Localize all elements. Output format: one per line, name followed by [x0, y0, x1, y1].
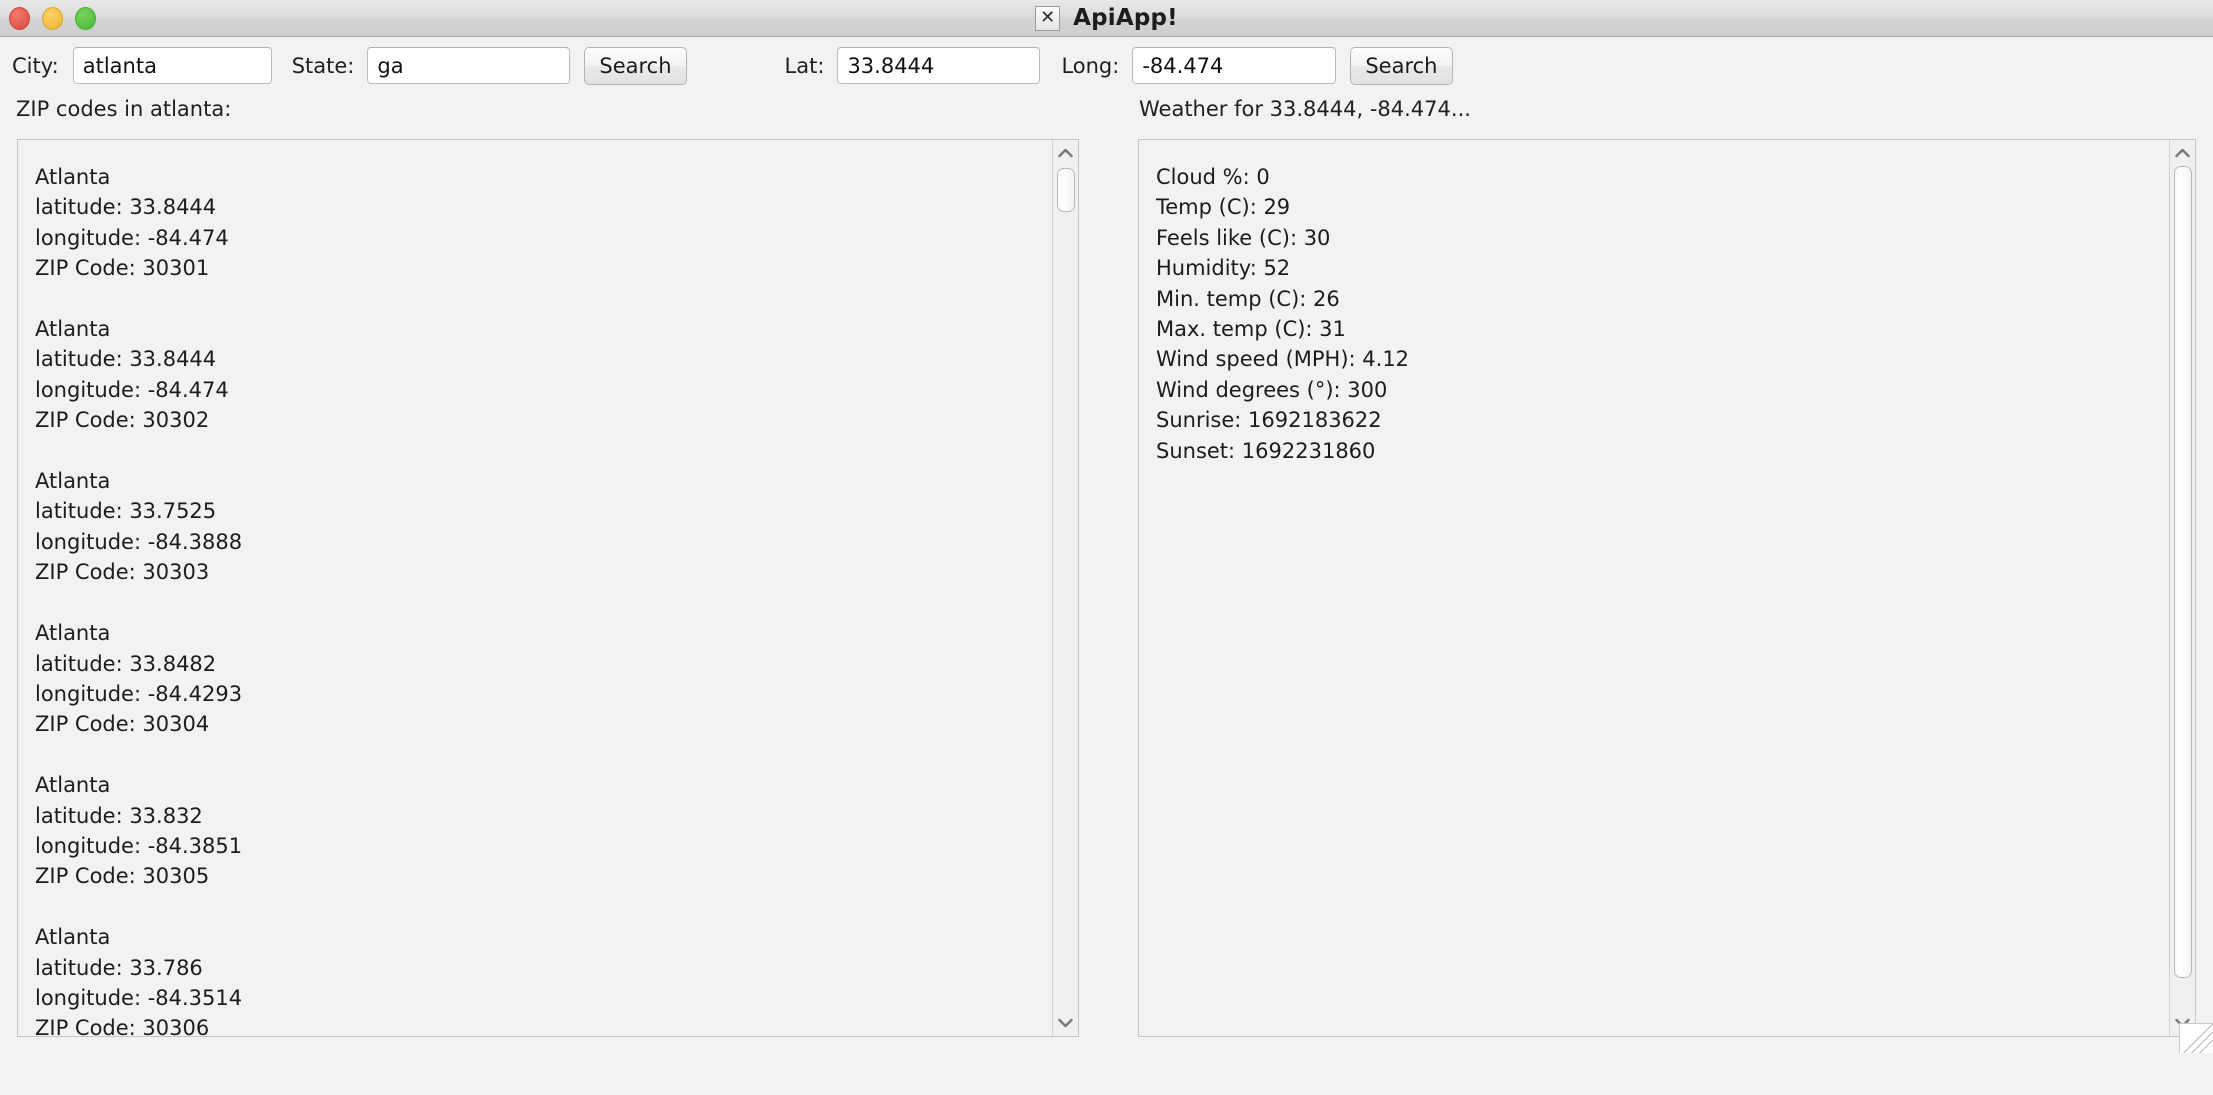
- weather-results-panel: Cloud %: 0 Temp (C): 29 Feels like (C): …: [1138, 139, 2196, 1037]
- zip-search-button[interactable]: Search: [584, 46, 687, 85]
- window-title: ApiApp!: [1073, 5, 1178, 31]
- minimize-button[interactable]: [42, 7, 63, 30]
- long-label: Long:: [1061, 53, 1120, 78]
- weather-status-label: Weather for 33.8444, -84.474...: [1139, 97, 1471, 121]
- scroll-up-icon[interactable]: [2170, 140, 2196, 166]
- zip-scroll-thumb[interactable]: [1056, 168, 1075, 212]
- search-toolbar: City: State: Search Lat: Long: Search: [0, 37, 2213, 94]
- window-title-group: ✕ ApiApp!: [1035, 5, 1178, 31]
- zip-status-label: ZIP codes in atlanta:: [16, 97, 232, 121]
- weather-scrollbar[interactable]: [2169, 140, 2195, 1036]
- zip-scrollbar[interactable]: [1052, 140, 1078, 1036]
- zip-scroll-track[interactable]: [1053, 166, 1079, 1010]
- maximize-button[interactable]: [75, 7, 96, 30]
- results-area: Atlanta latitude: 33.8444 longitude: -84…: [0, 138, 2213, 1053]
- close-button[interactable]: [9, 7, 30, 30]
- scroll-up-icon[interactable]: [1053, 140, 1079, 166]
- scroll-down-icon[interactable]: [1053, 1010, 1079, 1036]
- window-titlebar: ✕ ApiApp!: [0, 0, 2213, 37]
- x-window-icon: ✕: [1035, 5, 1061, 31]
- status-row: ZIP codes in atlanta: Weather for 33.844…: [0, 94, 2213, 138]
- weather-scroll-thumb[interactable]: [2173, 166, 2192, 978]
- zip-results-text[interactable]: Atlanta latitude: 33.8444 longitude: -84…: [18, 140, 1052, 1036]
- state-label: State:: [291, 53, 355, 78]
- zip-results-panel: Atlanta latitude: 33.8444 longitude: -84…: [17, 139, 1079, 1037]
- city-label: City:: [12, 53, 59, 78]
- weather-results-text[interactable]: Cloud %: 0 Temp (C): 29 Feels like (C): …: [1139, 140, 2169, 1036]
- state-input[interactable]: [367, 47, 571, 84]
- long-input[interactable]: [1132, 47, 1337, 84]
- lat-label: Lat:: [784, 53, 825, 78]
- lat-input[interactable]: [837, 47, 1041, 84]
- weather-search-button[interactable]: Search: [1350, 46, 1453, 85]
- window-resize-grip[interactable]: [2179, 1023, 2213, 1053]
- weather-scroll-track[interactable]: [2170, 166, 2196, 1010]
- city-input[interactable]: [72, 47, 272, 84]
- window-controls: [9, 0, 96, 37]
